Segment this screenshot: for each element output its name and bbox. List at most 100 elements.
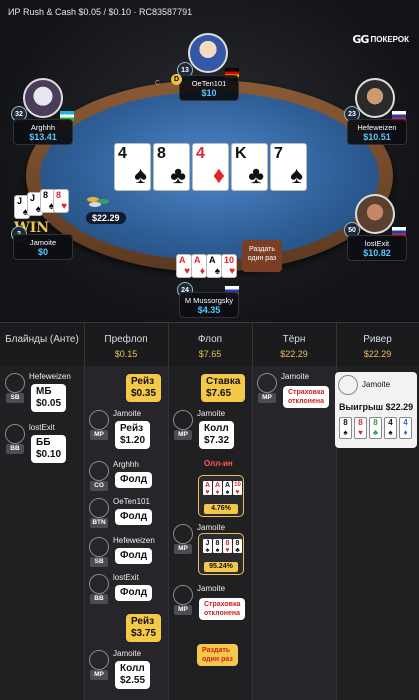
player-name: Jamoite <box>113 409 142 418</box>
mini-avatar <box>5 424 25 444</box>
brand-name: ПОКЕРОК <box>370 35 409 44</box>
hole-card: A ♥ <box>176 254 192 278</box>
player-name: lostExit <box>364 239 390 248</box>
hero-raise-bubble: Рейз $3.75 <box>126 614 162 642</box>
action-bubble: Фолд <box>115 548 153 564</box>
mini-avatar <box>257 373 277 393</box>
player-plate-jamoite[interactable]: Jamoite $0 <box>13 234 73 260</box>
board-card: 4 ♠ <box>114 143 151 191</box>
position-badge: BB <box>90 594 108 604</box>
player-stack: $10 <box>201 88 217 98</box>
street-label: Ривер <box>363 334 392 345</box>
position-badge: MP <box>258 393 276 403</box>
player-name: Jamoite <box>362 380 391 389</box>
run-it-once-button[interactable]: Раздать один раз <box>242 240 282 272</box>
position-badge: MP <box>90 670 108 680</box>
turn-column <box>252 366 336 700</box>
mini-card: J ♠ <box>203 539 212 554</box>
avatar-hefeweizen[interactable] <box>355 78 395 118</box>
mini-card: 8 ♥ <box>223 539 232 554</box>
street-label: Тёрн <box>282 334 306 345</box>
run-once-bubble: Раздать один раз <box>197 644 238 666</box>
mini-avatar <box>173 410 193 430</box>
hero-equity-box: A ♥ A ♦ A ♠ 10 ♥ 4.76% <box>198 475 244 517</box>
hero-bet-bubble: Ставка $7.65 <box>201 374 246 402</box>
player-name: Jamoite <box>113 649 142 658</box>
action-bubble: Рейз $1.20 <box>115 421 151 449</box>
player-name: Hefeweizen <box>29 372 71 381</box>
action-bubble: ББ $0.10 <box>31 435 67 463</box>
position-badge: MP <box>90 430 108 440</box>
avatar-arghhh[interactable] <box>23 78 63 118</box>
position-badge: BB <box>6 444 24 454</box>
street-label: Флоп <box>197 334 223 345</box>
equity-percent: 95.24% <box>204 562 238 572</box>
street-pot: $22.29 <box>363 349 392 359</box>
player-name: Jamoite <box>197 584 226 593</box>
street-header-river: Ривер $22.29 <box>336 323 419 367</box>
player-name: lostExit <box>113 573 139 582</box>
pot-chips-icon <box>85 197 113 211</box>
street-label: Префлоп <box>104 334 148 345</box>
mini-avatar <box>5 373 25 393</box>
river-win-box: Jamoite Выигрыш $22.29 8 ♠ 8 ♥ 8 ♣ 4 ♠ 4 ♦ <box>335 372 417 448</box>
player-plate-lostexit[interactable]: lostExit $10.82 <box>347 235 407 261</box>
player-name: OeTen101 <box>191 79 227 88</box>
avatar-lostexit[interactable] <box>355 194 395 234</box>
river-card: 8 ♥ <box>354 417 367 439</box>
street-headers: Блайнды (Анте) Префлоп $0.15 Флоп $7.65 … <box>0 322 419 366</box>
mini-avatar <box>338 375 358 395</box>
action-bubble: Колл $7.32 <box>199 421 235 449</box>
action-bubble: Фолд <box>115 585 153 601</box>
position-badge: BTN <box>90 518 108 528</box>
player-stack: $13.41 <box>29 132 57 142</box>
player-name: Jamoite <box>197 523 226 532</box>
mini-card: 10 ♥ <box>233 481 242 496</box>
player-plate-arghhh[interactable]: Arghhh $13.41 <box>13 119 73 145</box>
player-name: M Mussorgsky <box>184 296 234 305</box>
street-header-turn: Тёрн $22.29 <box>252 323 336 367</box>
hole-card: A ♠ <box>206 254 222 278</box>
street-label: Блайнды (Анте) <box>5 334 79 345</box>
player-plate-oeten101[interactable]: OeTen101 $10 <box>179 75 239 101</box>
mini-card: 8 ♠ <box>213 539 222 554</box>
avatar-oeten101[interactable] <box>188 33 228 73</box>
all-in-label: Олл-ин <box>204 459 233 468</box>
street-pot <box>0 345 84 349</box>
position-badge: CO <box>90 481 108 491</box>
board-card: 7 ♠ <box>270 143 307 191</box>
street-pot: $22.29 <box>280 349 308 359</box>
equity-percent: 4.76% <box>204 504 238 514</box>
player-plate-hefeweizen[interactable]: Hefeweizen $10.51 <box>347 119 407 145</box>
mini-card: 8 ♣ <box>233 539 242 554</box>
position-badge: SB <box>90 557 108 567</box>
street-header-blinds: Блайнды (Анте) <box>0 323 84 367</box>
river-card: 4 ♠ <box>384 417 397 439</box>
river-card: 8 ♣ <box>369 417 382 439</box>
brand-mark: GG <box>352 33 369 46</box>
player-name: Jamoite <box>281 372 310 381</box>
street-pot: $0.15 <box>114 349 138 359</box>
mini-card: A ♠ <box>223 481 232 496</box>
player-name: Arghhh <box>30 123 56 132</box>
position-badge: SB <box>6 393 24 403</box>
brand-logo: GG ПОКЕРОК <box>352 33 409 46</box>
mini-card: A ♥ <box>203 481 212 496</box>
action-bubble: МБ $0.05 <box>31 384 67 412</box>
player-name: Hefeweizen <box>357 123 397 132</box>
street-header-preflop: Префлоп $0.15 <box>84 323 168 367</box>
board-card: 4 ♦ <box>192 143 229 191</box>
hole-card: 10 ♥ <box>221 254 237 278</box>
river-card: 8 ♠ <box>339 417 352 439</box>
action-bubble: Фолд <box>115 509 153 525</box>
table-header: ИР Rush & Cash $0.05 / $0.10 · RC8358779… <box>8 7 193 17</box>
player-plate-hero[interactable]: M Mussorgsky $4.35 <box>179 292 239 318</box>
table-area: ИР Rush & Cash $0.05 / $0.10 · RC8358779… <box>0 0 419 322</box>
player-stack: $10.51 <box>363 132 391 142</box>
river-card: 4 ♦ <box>399 417 412 439</box>
hero-raise-bubble: Рейз $0.35 <box>126 374 162 402</box>
player-name: Hefeweizen <box>113 536 155 545</box>
action-bubble: Фолд <box>115 472 153 488</box>
pot-amount: $22.29 <box>86 212 126 224</box>
player-stack: $4.35 <box>197 305 221 315</box>
